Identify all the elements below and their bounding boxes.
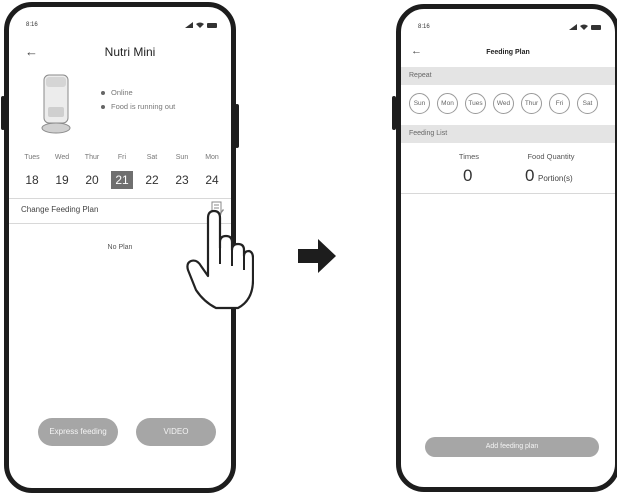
date-item-selected[interactable]: 21 [111,171,133,189]
date-row: 18 19 20 21 22 23 24 [21,171,223,189]
battery-icon [591,24,601,30]
weekday-toggle-thur[interactable]: Thur [521,93,542,114]
battery-icon [207,22,217,28]
page-title: Nutri Mini [104,45,156,59]
portion-unit: Portion(s) [538,174,573,183]
wifi-icon [580,24,588,30]
weekday-toggle-fri[interactable]: Fri [549,93,570,114]
video-button[interactable]: VIDEO [136,418,216,446]
phone-screen-device: 8:16 ← Feeding Plan Repeat Sun Mon Tues … [396,4,617,492]
feeder-device-image [41,74,71,134]
status-food: Food is running out [111,102,176,111]
wifi-icon [196,22,204,28]
times-column-label: Times [458,152,480,161]
date-item[interactable]: 19 [51,171,73,189]
date-item[interactable]: 20 [81,171,103,189]
date-item[interactable]: 23 [171,171,193,189]
change-feeding-plan-label[interactable]: Change Feeding Plan [21,205,98,214]
signal-icon [185,22,193,28]
weekday-label: Thur [84,154,100,161]
divider [9,198,231,199]
status-time: 8:16 [26,22,38,28]
status-time: 8:16 [418,24,430,30]
status-online: Online [111,88,133,97]
weekday-toggle-sat[interactable]: Sat [577,93,598,114]
repeat-section-header: Repeat [401,67,615,85]
weekday-label: Sun [175,154,189,161]
times-value: 0 [463,166,473,185]
weekday-label: Wed [54,154,70,161]
weekday-label: Sat [146,154,158,161]
food-quantity-column-label: Food Quantity [527,152,575,161]
device-status: Online Food is running out [101,86,175,114]
express-feeding-button[interactable]: Express feeding [38,418,118,446]
date-item[interactable]: 18 [21,171,43,189]
feeding-list-section-header: Feeding List [401,125,615,143]
page-title: Feeding Plan [486,49,530,56]
divider [401,193,615,194]
hand-pointer-icon [186,209,254,310]
date-item[interactable]: 24 [201,171,223,189]
weekday-label: Tues [24,154,40,161]
weekday-toggle-tues[interactable]: Tues [465,93,486,114]
status-bar: 8:16 [26,22,217,32]
weekday-label: Fri [117,154,127,161]
status-bar: 8:16 [418,24,601,34]
back-button[interactable]: ← [25,45,38,58]
weekday-row: Tues Wed Thur Fri Sat Sun Mon [21,154,223,161]
arrow-right-icon [298,239,336,273]
quantity-value: 0 [525,166,535,185]
weekday-toggle-mon[interactable]: Mon [437,93,458,114]
weekday-label: Mon [205,154,219,161]
weekday-toggle-sun[interactable]: Sun [409,93,430,114]
add-feeding-plan-button[interactable]: Add feeding plan [425,437,599,457]
signal-icon [569,24,577,30]
weekday-toggle-wed[interactable]: Wed [493,93,514,114]
date-item[interactable]: 22 [141,171,163,189]
